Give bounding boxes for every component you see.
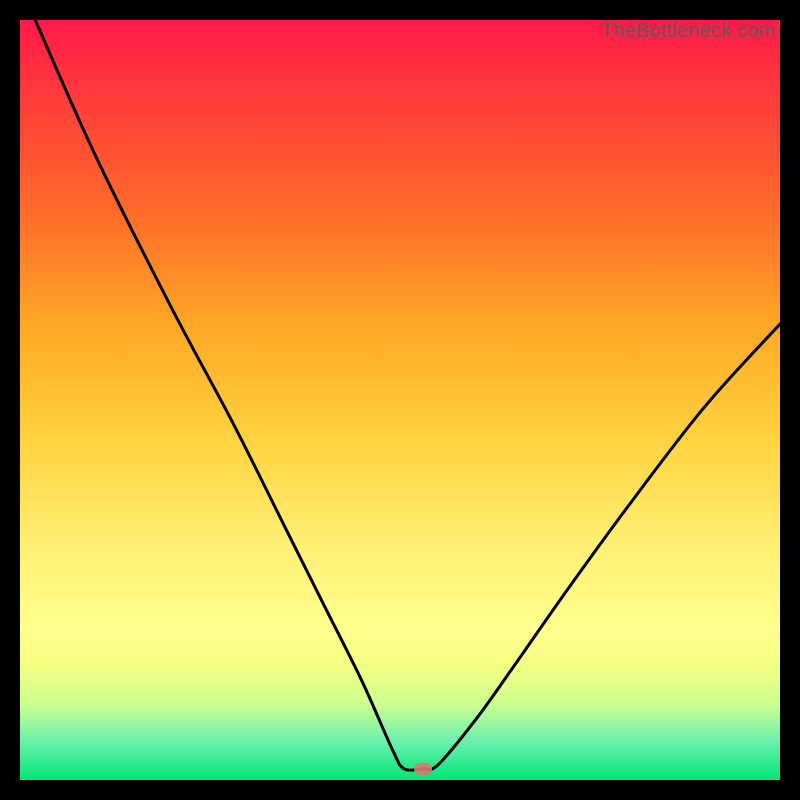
chart-frame: TheBottleneck.com: [0, 0, 800, 800]
curve-svg: [20, 20, 780, 780]
plot-area: TheBottleneck.com: [20, 20, 780, 780]
optimum-marker: [414, 763, 432, 775]
bottleneck-curve: [35, 20, 780, 770]
watermark-text: TheBottleneck.com: [601, 20, 776, 43]
